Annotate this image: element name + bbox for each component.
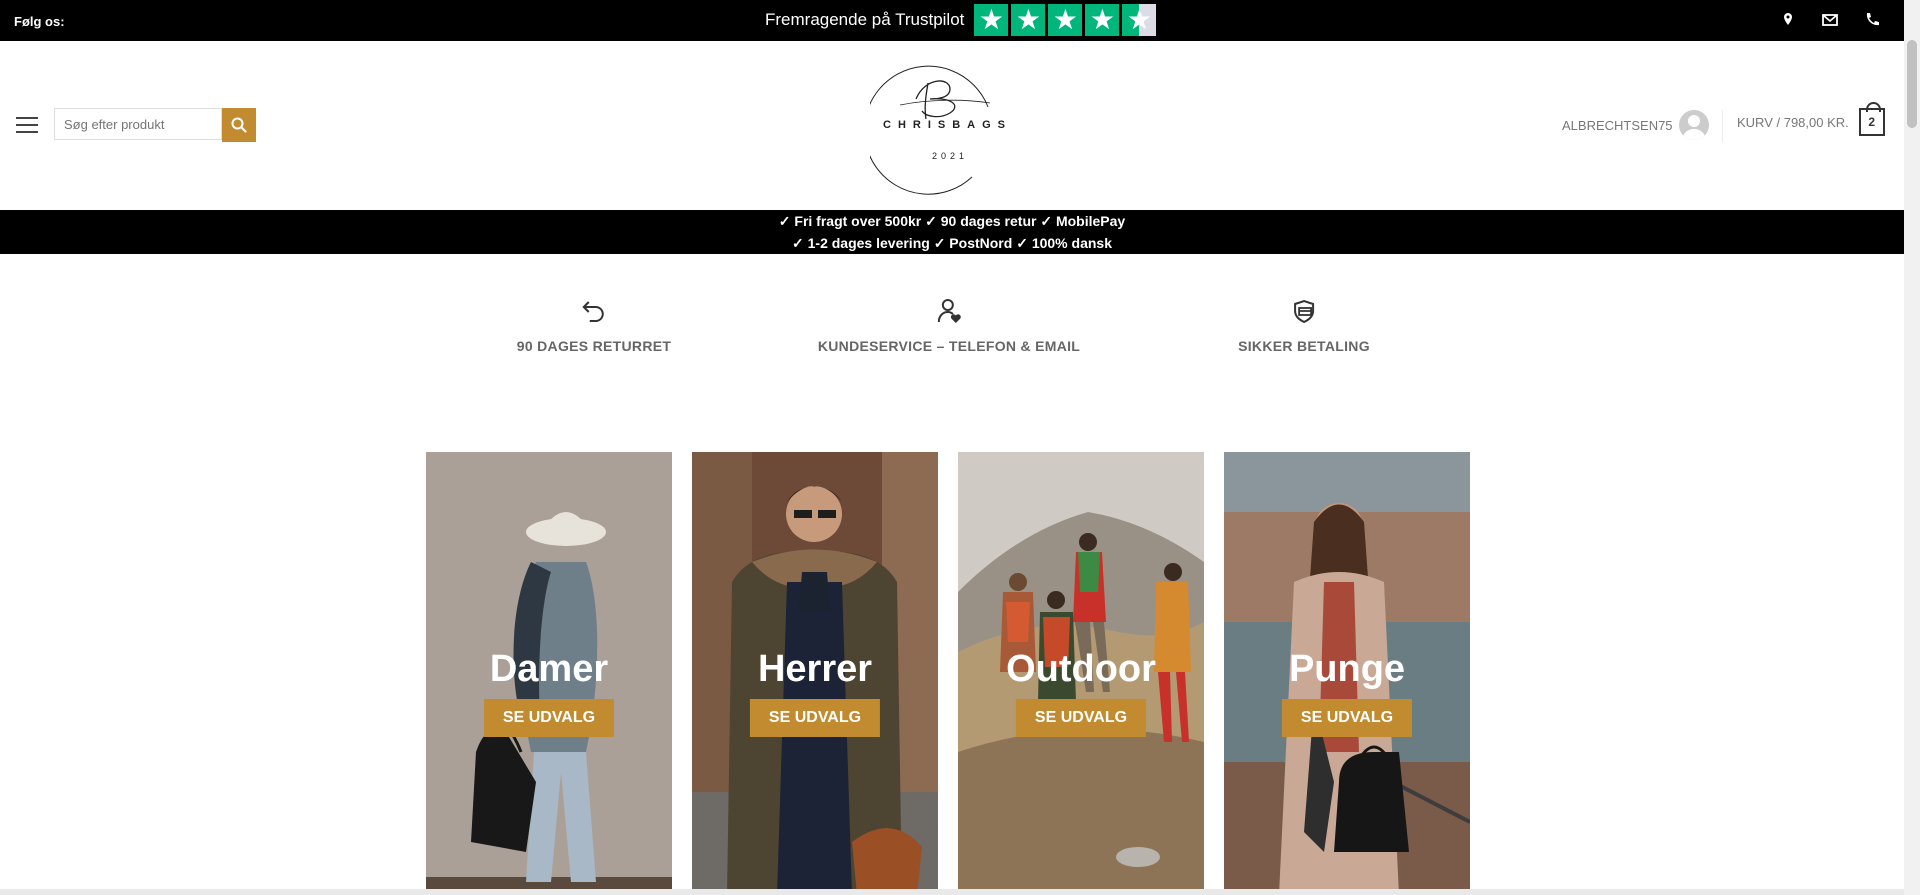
star-icon: ★	[1085, 4, 1120, 36]
category-card-damer[interactable]: Damer SE UDVALG	[426, 452, 672, 895]
feature-label: 90 DAGES RETURRET	[516, 338, 672, 354]
cart-count: 2	[1868, 115, 1876, 129]
top-bar: Følg os: Fremragende på Trustpilot ★ ★ ★…	[0, 0, 1904, 41]
scrollbar[interactable]	[1904, 0, 1920, 895]
category-button-damer[interactable]: SE UDVALG	[483, 699, 615, 737]
cart-link[interactable]: KURV / 798,00 KR. 2	[1737, 102, 1885, 136]
category-button-punge[interactable]: SE UDVALG	[1281, 699, 1413, 737]
scrollbar-thumb[interactable]	[1907, 40, 1917, 128]
avatar	[1678, 110, 1709, 140]
category-button-herrer[interactable]: SE UDVALG	[749, 699, 881, 737]
trustpilot-stars: ★ ★ ★ ★ ★	[974, 4, 1157, 36]
email-icon[interactable]	[1820, 10, 1840, 30]
category-button-outdoor[interactable]: SE UDVALG	[1015, 699, 1147, 737]
feature-label: SIKKER BETALING	[1238, 338, 1370, 354]
category-title: Herrer	[757, 648, 873, 690]
category-title: Punge	[1288, 648, 1406, 690]
header-divider	[1722, 110, 1723, 142]
bottom-bar	[0, 889, 1904, 895]
account-link[interactable]: ALBRECHTSEN75	[1562, 110, 1709, 140]
logo-year: 2021	[932, 151, 969, 161]
star-icon: ★	[974, 4, 1009, 36]
cart-label: KURV / 798,00 KR.	[1737, 114, 1849, 130]
half-star-icon: ★	[1122, 4, 1157, 36]
location-pin-icon[interactable]	[1778, 10, 1798, 30]
trustpilot-widget[interactable]: Fremragende på Trustpilot ★ ★ ★ ★ ★	[765, 4, 1157, 36]
feature-label: KUNDESERVICE – TELEFON & EMAIL	[817, 338, 1081, 354]
cart-bag-icon: 2	[1858, 102, 1885, 136]
category-title: Damer	[489, 648, 609, 690]
menu-icon[interactable]	[16, 117, 38, 133]
feature-return: 90 DAGES RETURRET	[517, 296, 671, 354]
secure-payment-icon	[1294, 299, 1314, 324]
site-logo[interactable]: CHRISBAGS 2021	[870, 59, 1030, 195]
search-form	[54, 108, 258, 142]
category-card-herrer[interactable]: Herrer SE UDVALG	[692, 452, 938, 895]
star-icon: ★	[1011, 4, 1046, 36]
feature-secure-payment: SIKKER BETALING	[1238, 296, 1370, 354]
customer-service-icon	[937, 299, 961, 323]
search-input[interactable]	[54, 108, 222, 140]
category-card-outdoor[interactable]: Outdoor SE UDVALG	[958, 452, 1204, 895]
contact-icons	[1778, 10, 1882, 30]
category-card-punge[interactable]: Punge SE UDVALG	[1224, 452, 1470, 895]
usp-line-2: ✓ 1-2 dages levering ✓ PostNord ✓ 100% d…	[792, 235, 1112, 251]
feature-customer-service: KUNDESERVICE – TELEFON & EMAIL	[818, 296, 1080, 354]
usp-line-1: ✓ Fri fragt over 500kr ✓ 90 dages retur …	[778, 213, 1126, 229]
trustpilot-text: Fremragende på Trustpilot	[765, 10, 965, 29]
search-icon	[231, 117, 247, 133]
category-title: Outdoor	[1006, 648, 1156, 690]
usp-bar: ✓ Fri fragt over 500kr ✓ 90 dages retur …	[0, 210, 1904, 254]
logo-text: CHRISBAGS	[883, 119, 1013, 131]
page: Følg os: Fremragende på Trustpilot ★ ★ ★…	[0, 0, 1904, 895]
search-button[interactable]	[222, 108, 256, 142]
follow-us-label: Følg os:	[14, 14, 65, 29]
star-icon: ★	[1048, 4, 1083, 36]
phone-icon[interactable]	[1862, 10, 1882, 30]
account-name: ALBRECHTSEN75	[1562, 117, 1673, 133]
return-arrow-icon	[582, 301, 604, 322]
